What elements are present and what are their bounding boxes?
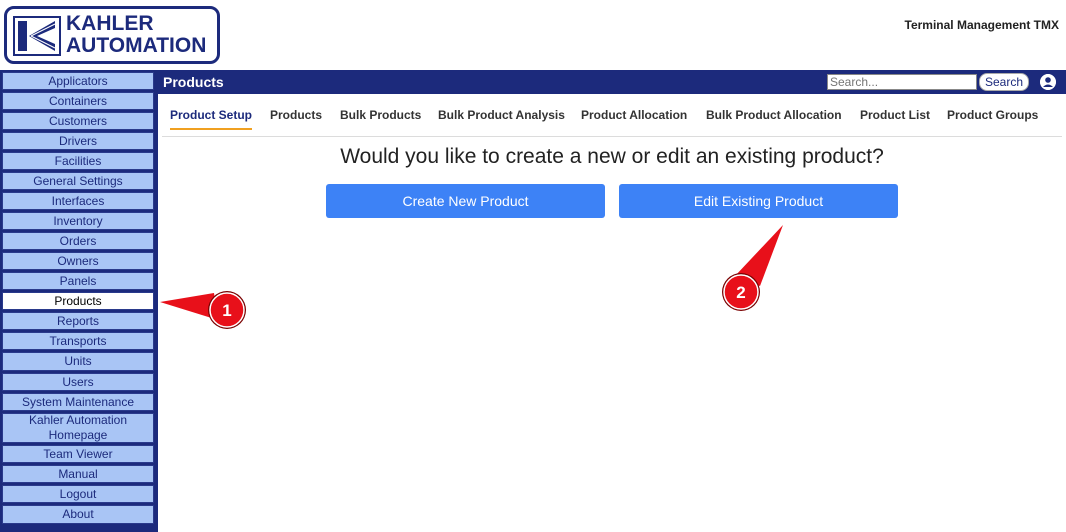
callout-2-number: 2 — [736, 283, 745, 302]
callout-1-number: 1 — [222, 301, 231, 320]
callout-2 — [722, 225, 783, 311]
annotation-layer: 1 2 — [160, 225, 783, 329]
callout-1 — [160, 291, 246, 329]
